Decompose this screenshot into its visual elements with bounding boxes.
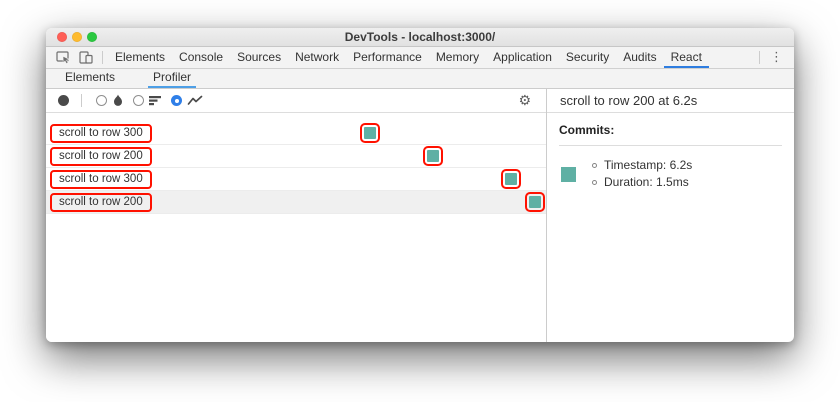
flamegraph-radio[interactable] bbox=[96, 95, 107, 106]
commit-color-swatch[interactable] bbox=[561, 166, 576, 182]
device-toolbar-button[interactable] bbox=[75, 47, 97, 68]
selected-interaction-header: scroll to row 200 at 6.2s bbox=[547, 89, 794, 113]
toolbar-divider bbox=[759, 51, 760, 64]
window-title: DevTools - localhost:3000/ bbox=[344, 30, 496, 44]
commits-heading: Commits: bbox=[559, 123, 615, 137]
tab-security[interactable]: Security bbox=[559, 47, 616, 68]
commit-square-icon bbox=[364, 127, 376, 139]
commit-timestamp: Timestamp: 6.2s bbox=[604, 158, 693, 172]
tab-audits[interactable]: Audits bbox=[616, 47, 663, 68]
commit-marker[interactable] bbox=[501, 169, 521, 189]
toolbar-divider bbox=[102, 51, 103, 64]
tab-sources[interactable]: Sources bbox=[230, 47, 288, 68]
details-pane: scroll to row 200 at 6.2s Commits: Times… bbox=[546, 89, 794, 342]
commit-duration: Duration: 1.5ms bbox=[604, 175, 689, 189]
close-button[interactable] bbox=[57, 32, 67, 42]
commit-properties: Timestamp: 6.2s Duration: 1.5ms bbox=[592, 157, 692, 191]
react-subtabbar: Elements Profiler bbox=[46, 69, 794, 89]
subtab-profiler[interactable]: Profiler bbox=[148, 70, 197, 88]
interaction-label[interactable]: scroll to row 200 bbox=[50, 192, 152, 212]
record-button[interactable] bbox=[58, 95, 69, 106]
subtab-elements[interactable]: Elements bbox=[60, 70, 120, 88]
tab-console[interactable]: Console bbox=[172, 47, 230, 68]
ranked-bars-icon[interactable] bbox=[149, 95, 162, 106]
bullet-icon bbox=[592, 163, 597, 168]
interactions-radio[interactable] bbox=[171, 95, 182, 106]
profiler-body: ⚙ scroll to row 300 scroll to row 200 sc… bbox=[46, 89, 794, 342]
toolbar-divider bbox=[81, 94, 82, 107]
flame-icon[interactable] bbox=[112, 94, 124, 107]
tab-performance[interactable]: Performance bbox=[346, 47, 429, 68]
commit-marker[interactable] bbox=[360, 123, 380, 143]
kebab-menu-icon[interactable]: ⋮ bbox=[765, 47, 788, 68]
commits-panel: Commits: Timestamp: 6.2s Duration: 1.5ms bbox=[547, 113, 794, 342]
interactions-pane: ⚙ scroll to row 300 scroll to row 200 sc… bbox=[46, 89, 546, 342]
commit-marker[interactable] bbox=[423, 146, 443, 166]
tab-network[interactable]: Network bbox=[288, 47, 346, 68]
interaction-label[interactable]: scroll to row 300 bbox=[50, 169, 152, 189]
tab-application[interactable]: Application bbox=[486, 47, 559, 68]
commit-square-icon bbox=[529, 196, 541, 208]
tab-react[interactable]: React bbox=[663, 47, 709, 68]
interaction-row[interactable]: scroll to row 300 bbox=[46, 168, 546, 191]
titlebar[interactable]: DevTools - localhost:3000/ bbox=[46, 28, 794, 47]
interaction-row[interactable]: scroll to row 300 bbox=[46, 122, 546, 145]
bullet-icon bbox=[592, 180, 597, 185]
tab-elements[interactable]: Elements bbox=[108, 47, 172, 68]
profiler-toolbar: ⚙ bbox=[46, 89, 546, 113]
commit-square-icon bbox=[427, 150, 439, 162]
commit-duration-row: Duration: 1.5ms bbox=[592, 174, 692, 191]
interaction-label[interactable]: scroll to row 200 bbox=[50, 146, 152, 166]
device-toolbar-icon bbox=[79, 51, 93, 64]
devtools-tabbar: Elements Console Sources Network Perform… bbox=[46, 47, 794, 69]
commit-detail-row[interactable]: Timestamp: 6.2s Duration: 1.5ms bbox=[561, 157, 782, 191]
interactions-list: scroll to row 300 scroll to row 200 scro… bbox=[46, 113, 546, 342]
inspect-cursor-icon bbox=[56, 51, 71, 64]
desktop-background: DevTools - localhost:3000/ Elements Cons… bbox=[0, 0, 840, 402]
interaction-row[interactable]: scroll to row 200 bbox=[46, 145, 546, 168]
devtools-window: DevTools - localhost:3000/ Elements Cons… bbox=[46, 28, 794, 342]
zoom-button[interactable] bbox=[87, 32, 97, 42]
traffic-lights bbox=[57, 32, 97, 42]
commits-divider bbox=[559, 145, 782, 146]
commit-square-icon bbox=[505, 173, 517, 185]
ranked-radio[interactable] bbox=[133, 95, 144, 106]
inspect-element-button[interactable] bbox=[52, 47, 75, 68]
tab-memory[interactable]: Memory bbox=[429, 47, 486, 68]
gear-icon[interactable]: ⚙ bbox=[518, 94, 531, 108]
interaction-row-selected[interactable]: scroll to row 200 bbox=[46, 191, 546, 214]
minimize-button[interactable] bbox=[72, 32, 82, 42]
interaction-label[interactable]: scroll to row 300 bbox=[50, 123, 152, 143]
commit-timestamp-row: Timestamp: 6.2s bbox=[592, 157, 692, 174]
interactions-zigzag-icon[interactable] bbox=[187, 95, 203, 106]
commit-marker[interactable] bbox=[525, 192, 545, 212]
